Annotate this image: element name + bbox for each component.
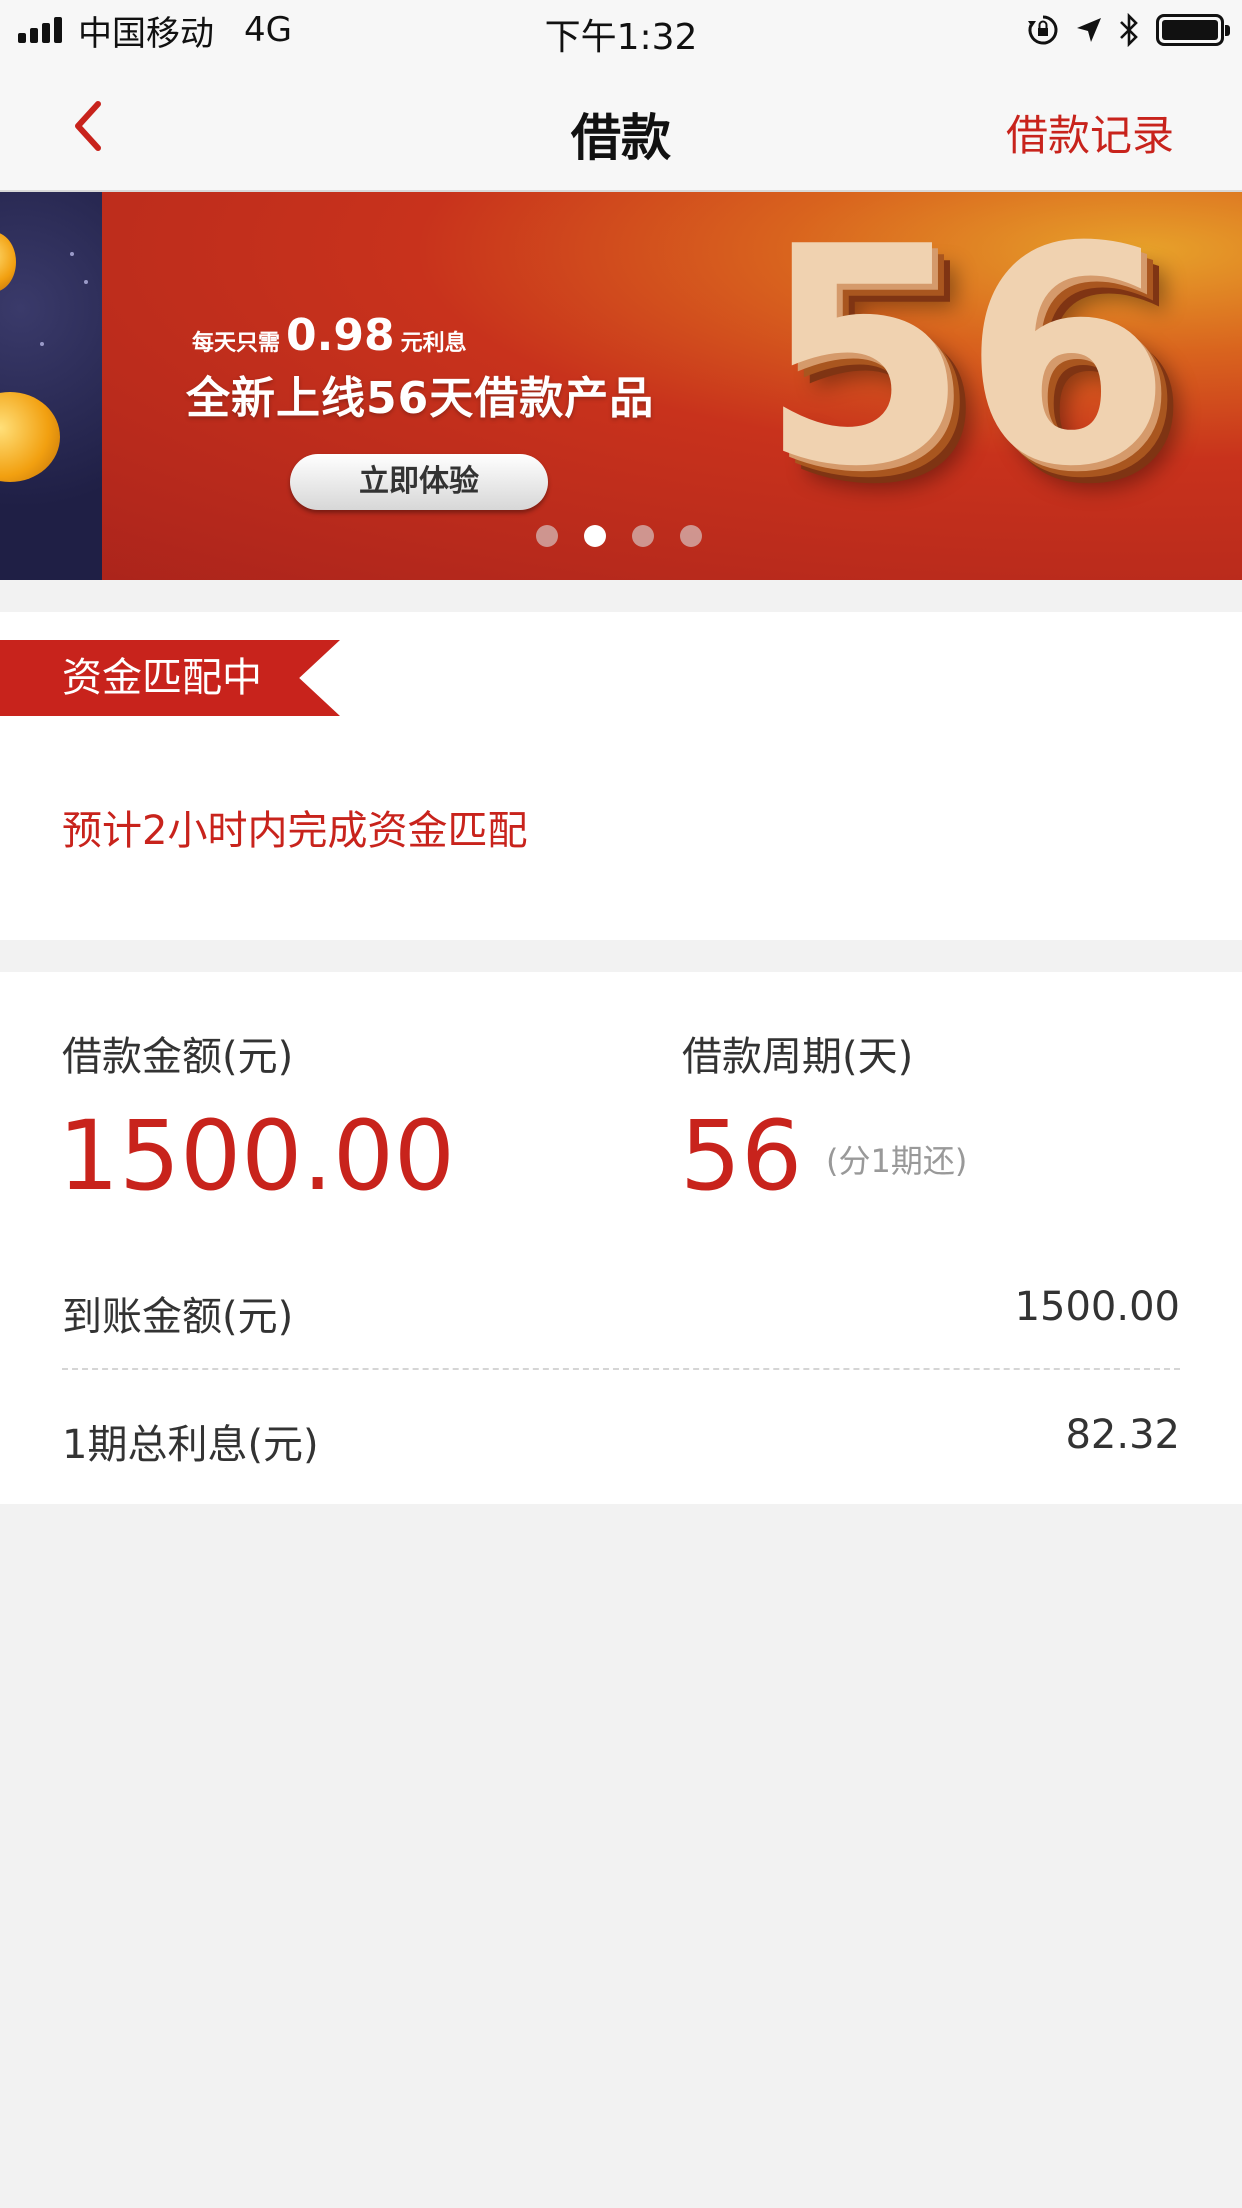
banner-title: 全新上线56天借款产品 bbox=[186, 373, 655, 424]
star-decoration bbox=[84, 280, 88, 284]
loan-period-value: 56 bbox=[680, 1100, 803, 1212]
fund-matching-card: 资金匹配中 预计2小时内完成资金匹配 bbox=[0, 612, 1242, 940]
status-bar-right bbox=[1012, 12, 1230, 48]
loan-details-card: 借款金额(元) 1500.00 借款周期(天) 56 (分1期还) 到账金额(元… bbox=[0, 972, 1242, 1504]
carousel-dot[interactable] bbox=[536, 525, 558, 547]
installment-note: (分1期还) bbox=[826, 1142, 968, 1180]
loan-amount-label: 借款金额(元) bbox=[62, 1034, 294, 1080]
coin-image bbox=[0, 392, 60, 482]
carousel-dot[interactable] bbox=[584, 525, 606, 547]
signal-icon bbox=[18, 17, 66, 43]
loan-records-link[interactable]: 借款记录 bbox=[1006, 102, 1174, 163]
divider bbox=[62, 1368, 1180, 1370]
location-arrow-icon bbox=[1077, 18, 1101, 42]
chevron-left-icon bbox=[75, 101, 101, 151]
loan-period-label: 借款周期(天) bbox=[682, 1034, 914, 1080]
matching-message: 预计2小时内完成资金匹配 bbox=[62, 808, 528, 854]
previous-slide-peek bbox=[0, 192, 102, 580]
battery-icon bbox=[1156, 14, 1230, 46]
banner-subtitle-amount: 0.98 bbox=[286, 310, 395, 361]
received-amount-value: 1500.00 bbox=[1014, 1284, 1180, 1330]
nav-bar: 借款 借款记录 bbox=[0, 60, 1242, 192]
carousel-dot[interactable] bbox=[632, 525, 654, 547]
star-decoration bbox=[70, 252, 74, 256]
carousel-indicator bbox=[536, 525, 728, 547]
carrier-name: 中国移动 bbox=[78, 13, 214, 54]
back-button[interactable] bbox=[60, 94, 120, 158]
banner-subtitle: 每天只需 0.98 元利息 bbox=[192, 310, 467, 361]
banner-big-number: 56 bbox=[760, 192, 1171, 532]
try-now-button[interactable]: 立即体验 bbox=[290, 454, 548, 510]
bluetooth-icon bbox=[1120, 13, 1138, 47]
carousel-dot[interactable] bbox=[680, 525, 702, 547]
coin-image bbox=[0, 232, 16, 292]
rotation-lock-icon bbox=[1028, 15, 1058, 45]
banner-subtitle-suffix: 元利息 bbox=[400, 331, 467, 356]
interest-value: 82.32 bbox=[1065, 1412, 1180, 1458]
loan-amount-value: 1500.00 bbox=[58, 1100, 455, 1212]
status-badge: 资金匹配中 bbox=[0, 640, 340, 716]
status-bar-left: 中国移动 4G bbox=[18, 10, 292, 54]
interest-label: 1期总利息(元) bbox=[62, 1422, 319, 1468]
banner-subtitle-prefix: 每天只需 bbox=[192, 331, 281, 356]
star-decoration bbox=[40, 342, 44, 346]
network-type: 4G bbox=[244, 10, 292, 50]
status-bar: 中国移动 4G 下午1:32 bbox=[0, 0, 1242, 60]
promo-banner[interactable]: 每天只需 0.98 元利息 全新上线56天借款产品 立即体验 56 bbox=[0, 192, 1242, 580]
received-amount-label: 到账金额(元) bbox=[62, 1294, 294, 1340]
